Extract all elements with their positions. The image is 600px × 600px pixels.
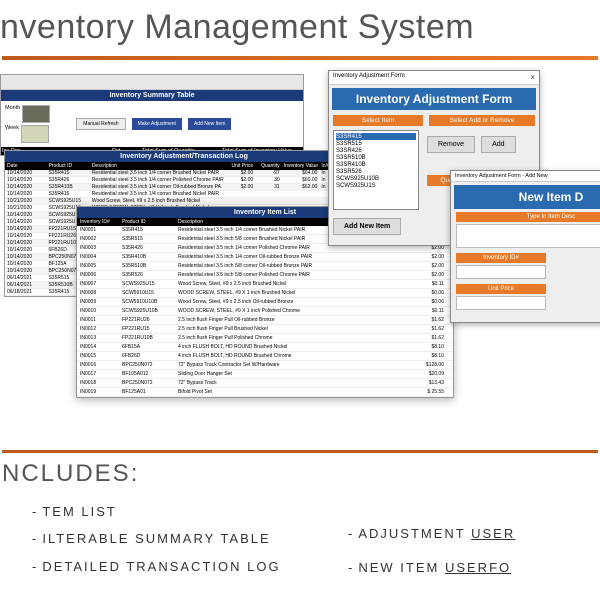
table-row: IN0004S35R410BResidential steel 3.5 inch… bbox=[77, 253, 453, 262]
divider bbox=[2, 56, 598, 60]
add-new-item-button[interactable]: Add New Item bbox=[333, 218, 401, 235]
filter-month-label: Month bbox=[5, 105, 20, 123]
table-row: IN0007SCWS925U15Wood Screw, Steel, #9 x … bbox=[77, 280, 453, 289]
make-adjustment-button[interactable]: Make Adjustment bbox=[132, 118, 182, 130]
table-row: IN0012FP221RU152.5 inch flush Finger Pul… bbox=[77, 325, 453, 334]
unit-price-label: Unit Price bbox=[456, 284, 546, 294]
table-row: IN00156FB26D4 inch FLUSH BOLT, HD ROUND … bbox=[77, 352, 453, 361]
table-row: IN0018BPC250N07272" Bypass Track$13.43 bbox=[77, 379, 453, 388]
table-row: 10/14/2020S35R415Residential steel 3.5 i… bbox=[5, 170, 363, 177]
table-row: 10/14/2020S35R410BResidential steel 3.5 … bbox=[5, 184, 363, 191]
table-row: IN0006S35R526Residential steel 3.5 inch … bbox=[77, 271, 453, 280]
table-row: 10/14/2020S35R415Residential steel 3.5 i… bbox=[5, 191, 363, 198]
new-titlebar: Inventory Adjustment Form - Add New bbox=[451, 171, 600, 182]
table-row: IN0013FP221RU10B2.5 inch flush Finger Pu… bbox=[77, 334, 453, 343]
includes-left: TEM LISTILTERABLE SUMMARY TABLEDETAILED … bbox=[32, 498, 281, 580]
includes-title: NCLUDES: bbox=[2, 460, 139, 488]
filter-month[interactable] bbox=[22, 105, 50, 123]
table-row: IN0009SCW5910U10BWood Screw, Steel, #9 x… bbox=[77, 298, 453, 307]
table-row: IN0008SCW5910U15WOOD SCREW, STEEL, #9 X … bbox=[77, 289, 453, 298]
item-listbox[interactable]: S3SR415S3SR515S3SR426S3SR510BS3SR410BS3S… bbox=[333, 130, 419, 210]
table-row: IN0019BF125A01Bifold Pivot Set$ 25.55 bbox=[77, 388, 453, 397]
inv-id-field[interactable] bbox=[456, 265, 546, 279]
divider bbox=[2, 450, 598, 453]
close-icon[interactable]: × bbox=[530, 73, 535, 82]
adj-form-title: Inventory Adjustment Form bbox=[332, 88, 536, 110]
table-row: IN0017BF105A012Sliding Door Hanger Set$2… bbox=[77, 370, 453, 379]
filter-week[interactable] bbox=[21, 125, 49, 143]
manual-refresh-button[interactable]: Manual Refresh bbox=[76, 118, 125, 130]
filter-week-label: Week bbox=[5, 125, 19, 143]
table-row: 10/14/2020S35R426Residential steel 3.5 i… bbox=[5, 177, 363, 184]
log-column-headers: DateProduct IDDescriptionUnit PriceQuant… bbox=[5, 162, 363, 170]
summary-header: Inventory Summary Table bbox=[1, 90, 303, 101]
add-button[interactable]: Add bbox=[481, 136, 515, 153]
new-item-form: Inventory Adjustment Form - Add New New … bbox=[450, 170, 600, 323]
log-header: Inventory Adjustment/Transaction Log bbox=[5, 151, 363, 162]
remove-button[interactable]: Remove bbox=[427, 136, 475, 153]
table-row: 10/21/2020SCWS925U15Wood Screw, Steel, #… bbox=[5, 198, 363, 205]
table-row: IN0005S35R510BResidential steel 3.5 inch… bbox=[77, 262, 453, 271]
unit-price-field[interactable] bbox=[456, 296, 546, 310]
page-title: nventory Management System bbox=[0, 8, 474, 47]
type-desc-label: Type In Item Desc bbox=[456, 212, 600, 222]
select-add-remove-label: Select Add or Remove bbox=[429, 115, 535, 126]
select-item-label: Select Item bbox=[333, 115, 423, 126]
table-row: IN0011FP221RU262.5 inch flush Finger Pul… bbox=[77, 316, 453, 325]
summary-window: Inventory Summary Table Month Week Manua… bbox=[0, 74, 304, 156]
new-form-title: New Item D bbox=[454, 185, 600, 209]
includes-right: ADJUSTMENT USER NEW ITEM USERFO bbox=[348, 517, 515, 585]
adj-titlebar: Inventory Adjustment Form bbox=[333, 73, 405, 82]
add-new-item-button[interactable]: Add New Item bbox=[188, 118, 231, 130]
inv-id-label: Inventory ID# bbox=[456, 253, 546, 263]
table-row: IN00146FB15A4 inch FLUSH BOLT, HD ROUND … bbox=[77, 343, 453, 352]
excel-ribbon bbox=[1, 75, 303, 90]
table-row: IN0010SCWS925U10BWOOD SCREW, STEEL, #9 X… bbox=[77, 307, 453, 316]
description-field[interactable] bbox=[456, 224, 600, 248]
table-row: IN0016BPC250N07272" Bypass Track Contrac… bbox=[77, 361, 453, 370]
